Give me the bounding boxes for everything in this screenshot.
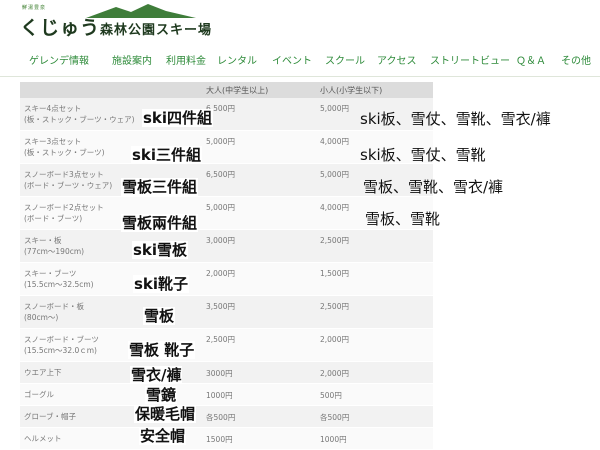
annotation-ski-board: ski雪板 bbox=[132, 241, 189, 259]
item-name: ゴーグル bbox=[24, 390, 54, 399]
item-detail: (ボード・ブーツ・ウェア) bbox=[24, 181, 113, 190]
annotation-helmet: 安全帽 bbox=[139, 427, 187, 445]
item-name: スノーボード・ブーツ bbox=[24, 335, 99, 344]
price-child: 1000円 bbox=[320, 435, 347, 444]
item-detail: (15.5cm〜32.0ｃm) bbox=[24, 346, 97, 355]
item-detail: (ボード・ブーツ) bbox=[24, 214, 83, 223]
annotation-goggles: 雪鏡 bbox=[145, 386, 178, 404]
item-detail: (15.5cm〜32.5cm) bbox=[24, 280, 94, 289]
nav-item-streetview[interactable]: ストリートビュー bbox=[430, 52, 510, 67]
row-item: スキー・板 (77cm〜190cm) bbox=[24, 235, 84, 257]
item-name: ウエア上下 bbox=[24, 368, 62, 377]
row-item: スノーボード・板 (80cm〜) bbox=[24, 301, 84, 323]
price-child: 1,500円 bbox=[320, 269, 349, 278]
item-name: スキー・ブーツ bbox=[24, 269, 77, 278]
item-name: ヘルメット bbox=[24, 434, 62, 443]
price-adult: 6,500円 bbox=[206, 170, 235, 179]
row-item: ゴーグル bbox=[24, 389, 54, 400]
row-item: ヘルメット bbox=[24, 433, 62, 444]
row-item: スキー4点セット (板・ストック・ブーツ・ウェア) bbox=[24, 103, 135, 125]
price-adult: 3,000円 bbox=[206, 236, 235, 245]
item-name: スノーボード・板 bbox=[24, 302, 84, 311]
price-child: 2,000円 bbox=[320, 369, 349, 378]
table-row: スキー・ブーツ (15.5cm〜32.5cm) 2,000円 1,500円 bbox=[20, 263, 433, 296]
table-row: グローブ・帽子 各500円 各500円 bbox=[20, 406, 433, 428]
item-name: グローブ・帽子 bbox=[24, 412, 77, 421]
logo-small-text: 鮮湯豊泉 bbox=[22, 5, 47, 11]
price-adult: 5,000円 bbox=[206, 203, 235, 212]
row-item: スノーボード3点セット (ボード・ブーツ・ウェア) bbox=[24, 169, 112, 191]
table-row: スキー・板 (77cm〜190cm) 3,000円 2,500円 bbox=[20, 230, 433, 263]
row-item: ウエア上下 bbox=[24, 367, 62, 378]
price-child: 500円 bbox=[320, 391, 342, 400]
annotation-right-3set: ski板、雪仗、雪靴 bbox=[360, 146, 486, 164]
annotation-right-4set: ski板、雪仗、雪靴、雪衣/褲 bbox=[360, 110, 551, 128]
annotation-board-3set: 雪板三件組 bbox=[121, 178, 199, 196]
price-adult: 1000円 bbox=[206, 391, 233, 400]
price-adult: 3000円 bbox=[206, 369, 233, 378]
price-adult: 2,000円 bbox=[206, 269, 235, 278]
price-child: 4,000円 bbox=[320, 137, 349, 146]
row-item: スノーボード2点セット (ボード・ブーツ) bbox=[24, 202, 104, 224]
item-detail: (板・ストック・ブーツ・ウェア) bbox=[24, 115, 135, 124]
item-name: スノーボード2点セット bbox=[24, 203, 104, 212]
item-detail: (80cm〜) bbox=[24, 313, 59, 322]
annotation-board-boots: 雪板 靴子 bbox=[128, 341, 196, 359]
nav-item-access[interactable]: アクセス bbox=[377, 52, 417, 67]
header-child: 小人(小学生以下) bbox=[320, 86, 383, 95]
table-header: 大人(中学生以上) 小人(小学生以下) bbox=[20, 82, 433, 98]
rental-price-table: 大人(中学生以上) 小人(小学生以下) スキー4点セット (板・ストック・ブーツ・… bbox=[20, 82, 433, 450]
nav-item-other[interactable]: その他 bbox=[561, 52, 591, 67]
row-item: グローブ・帽子 bbox=[24, 411, 76, 422]
annotation-ski-boots: ski靴子 bbox=[133, 275, 190, 293]
main-nav: ゲレンデ情報 施設案内 利用料金 レンタル イベント スクール アクセス ストリ… bbox=[0, 42, 600, 77]
price-child: 2,500円 bbox=[320, 236, 349, 245]
nav-item-fees[interactable]: 利用料金 bbox=[166, 52, 206, 67]
row-item: スキー・ブーツ (15.5cm〜32.5cm) bbox=[24, 268, 94, 290]
item-name: スキー3点セット bbox=[24, 137, 82, 146]
row-item: スキー3点セット (板・ストック・ブーツ) bbox=[24, 136, 105, 158]
price-child: 5,000円 bbox=[320, 170, 349, 179]
nav-item-facilities[interactable]: 施設案内 bbox=[112, 52, 152, 67]
item-name: スキー4点セット bbox=[24, 104, 82, 113]
table-row: スノーボード・板 (80cm〜) 3,500円 2,500円 bbox=[20, 296, 433, 329]
price-child: 4,000円 bbox=[320, 203, 349, 212]
price-child: 2,000円 bbox=[320, 335, 349, 344]
table-row: ウエア上下 3000円 2,000円 bbox=[20, 362, 433, 384]
annotation-wear: 雪衣/褲 bbox=[130, 366, 183, 384]
item-name: スノーボード3点セット bbox=[24, 170, 104, 179]
annotation-ski-4set: ski四件組 bbox=[142, 109, 214, 127]
table-row: ゴーグル 1000円 500円 bbox=[20, 384, 433, 406]
row-item: スノーボード・ブーツ (15.5cm〜32.0ｃm) bbox=[24, 334, 99, 356]
annotation-board-2set: 雪板兩件組 bbox=[121, 214, 199, 232]
price-adult: 1500円 bbox=[206, 435, 233, 444]
annotation-right-board2: 雪板、雪靴 bbox=[365, 210, 441, 228]
item-name: スキー・板 bbox=[24, 236, 62, 245]
price-child: 各500円 bbox=[320, 413, 350, 422]
item-detail: (板・ストック・ブーツ) bbox=[24, 148, 105, 157]
annotation-right-board3: 雪板、雪靴、雪衣/褲 bbox=[363, 178, 504, 196]
price-adult: 5,000円 bbox=[206, 137, 235, 146]
nav-item-event[interactable]: イベント bbox=[272, 52, 312, 67]
annotation-gloves-hat: 保暖毛帽 bbox=[134, 405, 197, 423]
annotation-ski-3set: ski三件組 bbox=[131, 146, 203, 164]
logo-title: くじゅう bbox=[20, 17, 101, 39]
price-adult: 各500円 bbox=[206, 413, 236, 422]
price-adult: 2,500円 bbox=[206, 335, 235, 344]
logo-subtitle: 森林公園スキー場 bbox=[100, 23, 213, 38]
logo-main-text: くじゅう森林公園スキー場 bbox=[20, 13, 212, 40]
header-adult: 大人(中学生以上) bbox=[206, 86, 269, 95]
price-child: 2,500円 bbox=[320, 302, 349, 311]
nav-item-qa[interactable]: Ｑ＆Ａ bbox=[516, 52, 546, 67]
price-child: 5,000円 bbox=[320, 104, 349, 113]
site-logo[interactable]: 鮮湯豊泉 くじゅう森林公園スキー場 bbox=[16, 4, 211, 39]
item-detail: (77cm〜190cm) bbox=[24, 247, 85, 256]
nav-item-rental[interactable]: レンタル bbox=[217, 52, 257, 67]
table-row: スノーボード・ブーツ (15.5cm〜32.0ｃm) 2,500円 2,000円 bbox=[20, 329, 433, 362]
nav-item-slope[interactable]: ゲレンデ情報 bbox=[29, 52, 89, 67]
nav-item-school[interactable]: スクール bbox=[325, 52, 365, 67]
price-adult: 3,500円 bbox=[206, 302, 235, 311]
annotation-snowboard: 雪板 bbox=[143, 307, 176, 325]
site-header: 鮮湯豊泉 くじゅう森林公園スキー場 bbox=[0, 0, 600, 42]
